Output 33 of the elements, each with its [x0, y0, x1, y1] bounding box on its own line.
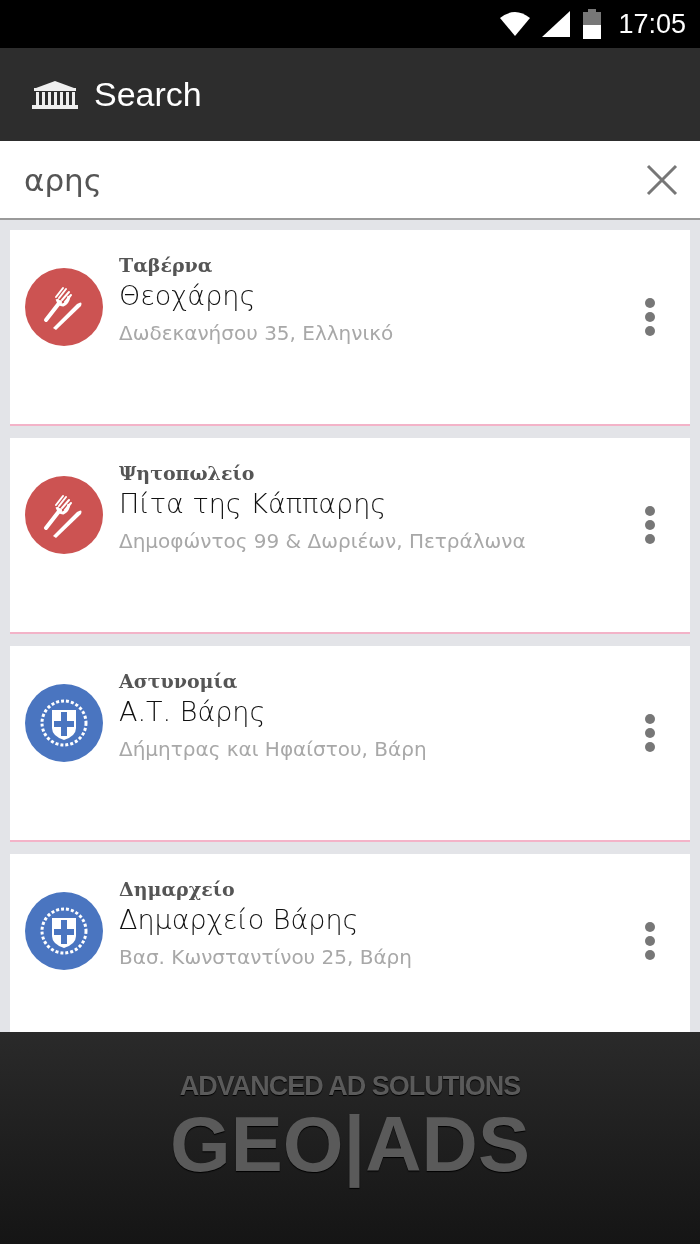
temple-icon: [32, 80, 78, 109]
fork-knife-icon: [25, 268, 103, 346]
fork-knife-icon: [25, 476, 103, 554]
category-label: Δημαρχείο: [119, 877, 236, 902]
result-card[interactable]: Ταβέρνα Θεοχάρης Δωδεκανήσου 35, Ελληνικό: [10, 230, 690, 426]
result-card[interactable]: Ψητοπωλείο Πίτα της Κάππαρης Δημοφώντος 99 & Δωριέων, Πετράλωνα: [10, 438, 690, 634]
ad-logo-text: GEO|ADS: [170, 1101, 530, 1186]
signal-icon: [542, 11, 571, 37]
place-address: Δημοφώντος 99 & Δωριέων, Πετράλωνα: [119, 528, 527, 555]
coat-of-arms-icon: [25, 892, 103, 970]
place-name: Πίτα της Κάππαρης: [119, 487, 388, 521]
clock-time: 17:05: [618, 8, 686, 40]
result-card[interactable]: Δημαρχείο Δημαρχείο Βάρης Βασ. Κωνσταντίνου 25, Βάρη: [10, 854, 690, 1032]
more-options-icon[interactable]: [644, 921, 656, 961]
app-title: Search: [94, 75, 202, 114]
place-name: Α.Τ. Βάρης: [119, 695, 267, 729]
search-field[interactable]: αρης: [0, 141, 700, 220]
battery-icon: [582, 9, 603, 39]
place-address: Δήμητρας και Ηφαίστου, Βάρη: [119, 736, 428, 763]
wifi-icon: [500, 12, 531, 36]
place-name: Θεοχάρης: [119, 279, 257, 313]
place-address: Βασ. Κωνσταντίνου 25, Βάρη: [119, 944, 413, 971]
more-options-icon[interactable]: [644, 713, 656, 753]
result-card[interactable]: Αστυνομία Α.Τ. Βάρης Δήμητρας και Ηφαίστου, Βάρη: [10, 646, 690, 842]
place-address: Δωδεκανήσου 35, Ελληνικό: [119, 320, 395, 347]
category-label: Ταβέρνα: [119, 253, 214, 278]
more-options-icon[interactable]: [644, 297, 656, 337]
coat-of-arms-icon: [25, 684, 103, 762]
category-label: Ψητοπωλείο: [119, 461, 256, 486]
category-label: Αστυνομία: [119, 669, 239, 694]
place-name: Δημαρχείο Βάρης: [119, 903, 360, 937]
close-icon[interactable]: [646, 164, 678, 196]
more-options-icon[interactable]: [644, 505, 656, 545]
